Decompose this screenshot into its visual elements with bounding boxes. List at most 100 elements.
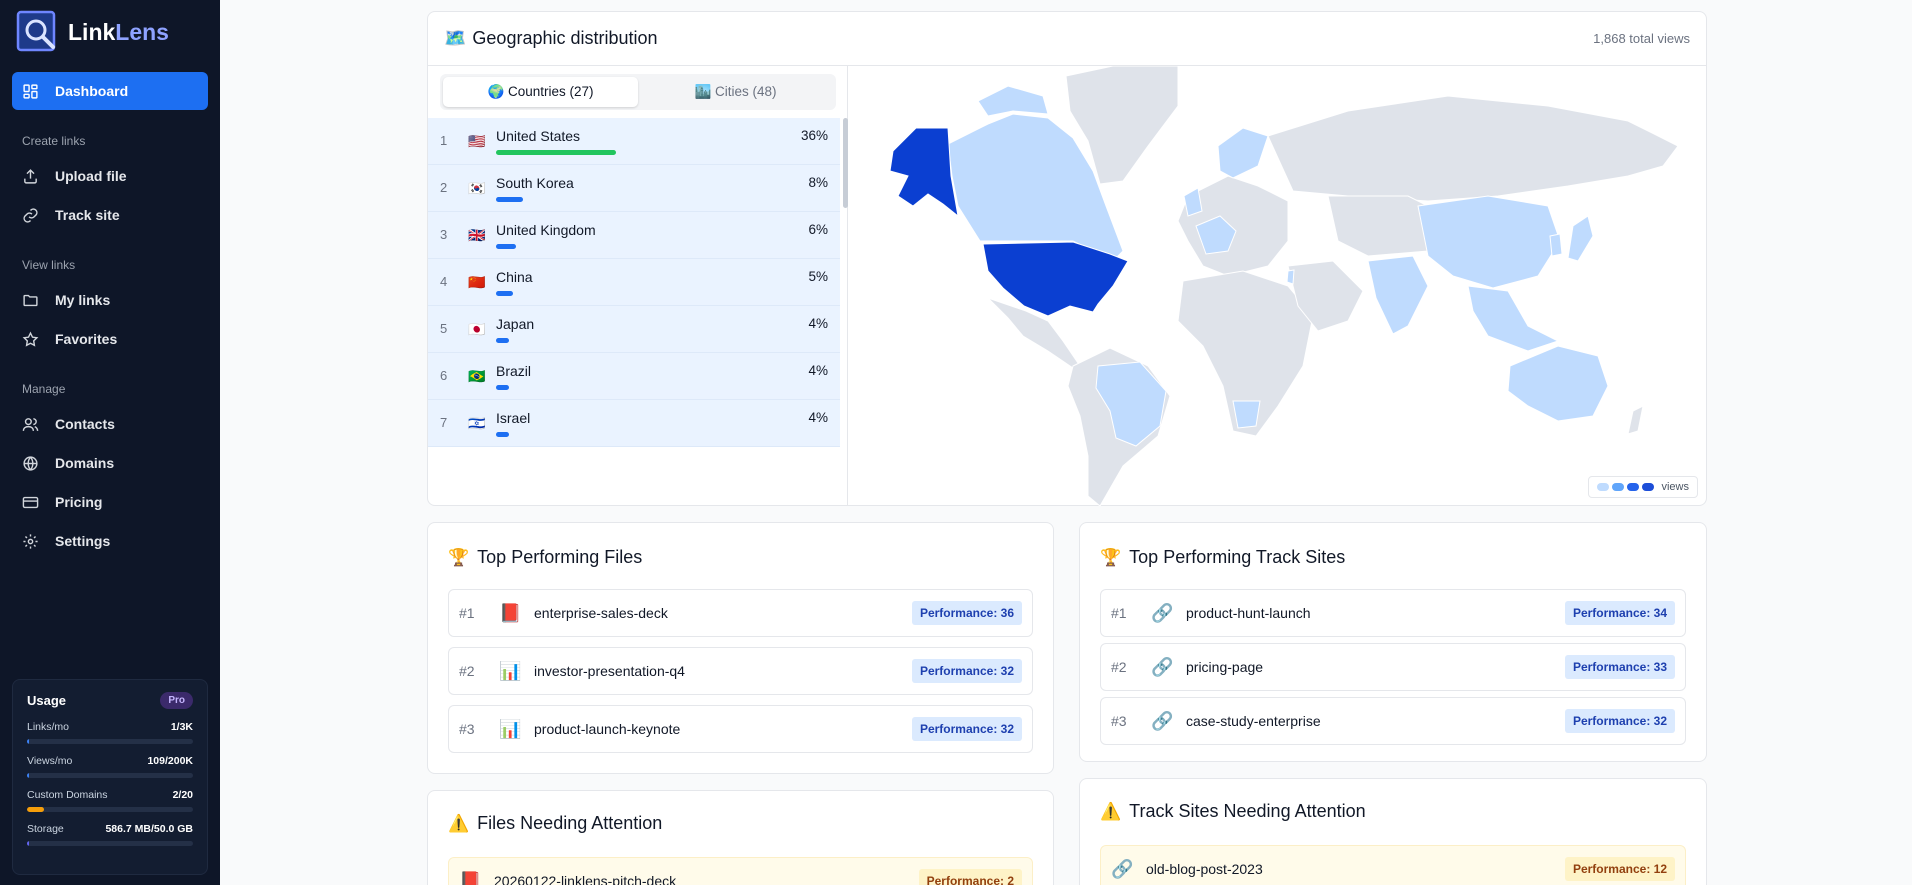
country-row[interactable]: 3 🇬🇧 United Kingdom 6%	[428, 212, 840, 259]
item-name: product-launch-keynote	[534, 721, 681, 737]
usage-bar-fill	[27, 773, 30, 778]
country-percent: 5%	[808, 269, 828, 284]
attn_files-item[interactable]: 📕 20260122-linklens-pitch-deck Performance…	[448, 857, 1033, 885]
attn_sites-item[interactable]: 🔗 old-blog-post-2023 Performance: 12	[1100, 845, 1686, 885]
top_sites-item[interactable]: #2 🔗 pricing-page Performance: 33	[1100, 643, 1686, 691]
flag-icon: 🇰🇷	[468, 180, 486, 196]
sidebar-item-label: Domains	[55, 455, 115, 471]
sidebar: LinkLens Dashboard Create links Upload f…	[0, 0, 220, 885]
flag-icon: 🇺🇸	[468, 133, 486, 149]
usage-row: Links/mo 1/3K	[27, 721, 193, 744]
warning-icon: ⚠️	[1100, 801, 1122, 821]
country-name: China	[496, 269, 533, 285]
top-files-card: 🏆 Top Performing Files #1 📕 enterprise-sale…	[427, 522, 1054, 774]
performance-badge: Performance: 32	[911, 659, 1022, 683]
app-name: LinkLens	[68, 19, 169, 46]
file-icon: 📊	[499, 660, 522, 681]
country-name: United States	[496, 128, 581, 144]
world-map-svg	[889, 65, 1679, 507]
usage-row: Views/mo 109/200K	[27, 755, 193, 778]
top_sites-item[interactable]: #1 🔗 product-hunt-launch Performance: 34	[1100, 589, 1686, 637]
sites-attention-card: ⚠️ Track Sites Needing Attention 🔗 old-blo…	[1079, 778, 1707, 885]
country-rank: 2	[440, 180, 448, 195]
country-percent: 8%	[808, 175, 828, 190]
country-share-bar	[496, 291, 513, 296]
folder-icon	[23, 294, 38, 306]
tab-countries[interactable]: 🌍 Countries (27)	[443, 77, 638, 107]
country-rank: 4	[440, 274, 448, 289]
sidebar-item-label: Settings	[55, 533, 111, 549]
country-percent: 6%	[808, 222, 828, 237]
sidebar-item-settings[interactable]: Settings	[12, 522, 208, 560]
map-region-russia	[1267, 95, 1679, 202]
usage-bar	[27, 739, 193, 744]
top_files-item[interactable]: #1 📕 enterprise-sales-deck Performance: 36	[448, 589, 1033, 637]
country-row[interactable]: 7 🇮🇱 Israel 4%	[428, 400, 840, 447]
country-share-bar	[496, 150, 616, 155]
link-icon	[23, 207, 38, 223]
map-region-canada-islands	[977, 85, 1049, 117]
sidebar-item-dashboard[interactable]: Dashboard	[12, 72, 208, 110]
map-region-australia	[1507, 345, 1609, 422]
country-row[interactable]: 2 🇰🇷 South Korea 8%	[428, 165, 840, 212]
legend-label: views	[1661, 481, 1689, 493]
country-row[interactable]: 4 🇨🇳 China 5%	[428, 259, 840, 306]
country-name: Israel	[496, 410, 531, 426]
world-map[interactable]: views	[848, 65, 1706, 507]
item-name: 20260122-linklens-pitch-deck	[494, 873, 677, 885]
legend-swatch-3	[1627, 483, 1640, 491]
gear-icon	[23, 533, 38, 549]
usage-bar-fill	[27, 841, 30, 846]
sidebar-item-label: Contacts	[55, 416, 115, 432]
sidebar-item-contacts[interactable]: Contacts	[12, 405, 208, 443]
country-name: Japan	[496, 316, 535, 332]
country-name: Brazil	[496, 363, 532, 379]
top-sites-title: 🏆 Top Performing Track Sites	[1100, 547, 1345, 568]
sidebar-item-domains[interactable]: Domains	[12, 444, 208, 482]
sidebar-item-track-site[interactable]: Track site	[12, 196, 208, 234]
plan-badge: Pro	[160, 692, 193, 709]
country-row[interactable]: 5 🇯🇵 Japan 4%	[428, 306, 840, 353]
top_sites-item[interactable]: #3 🔗 case-study-enterprise Performance: 32	[1100, 697, 1686, 745]
sidebar-item-label: Favorites	[55, 331, 118, 347]
usage-value: 2/20	[172, 789, 193, 801]
tab-cities[interactable]: 🏙️ Cities (48)	[638, 77, 833, 107]
sidebar-item-upload-file[interactable]: Upload file	[12, 157, 208, 195]
country-list[interactable]: 1 🇺🇸 United States 36% 2 🇰🇷 South Korea 8% 3 🇬🇧 Un…	[428, 118, 840, 459]
files-attention-title: ⚠️ Files Needing Attention	[448, 813, 662, 834]
country-row[interactable]: 1 🇺🇸 United States 36%	[428, 118, 840, 165]
performance-badge: Performance: 2	[918, 869, 1022, 885]
map-region-alaska	[889, 127, 959, 218]
country-row[interactable]: 6 🇧🇷 Brazil 4%	[428, 353, 840, 400]
top_files-item[interactable]: #2 📊 investor-presentation-q4 Performance: …	[448, 647, 1033, 695]
app-logo[interactable]: LinkLens	[16, 10, 169, 54]
item-name: investor-presentation-q4	[534, 663, 685, 679]
warning-icon: ⚠️	[448, 813, 470, 833]
usage-bar	[27, 807, 193, 812]
sidebar-item-favorites[interactable]: Favorites	[12, 320, 208, 358]
geo-tabs: 🌍 Countries (27) 🏙️ Cities (48)	[440, 74, 836, 110]
link-icon: 🔗	[1111, 858, 1134, 879]
link-icon: 🔗	[1151, 656, 1174, 677]
users-icon	[22, 417, 39, 431]
item-name: case-study-enterprise	[1186, 713, 1321, 729]
performance-badge: Performance: 34	[1564, 601, 1675, 625]
top_files-item[interactable]: #3 📊 product-launch-keynote Performance: 32	[448, 705, 1033, 753]
dashboard-icon	[23, 83, 38, 99]
usage-value: 586.7 MB/50.0 GB	[105, 823, 193, 835]
file-icon: 📊	[499, 718, 522, 739]
link-icon: 🔗	[1151, 602, 1174, 623]
map-icon: 🗺️	[444, 28, 467, 48]
rank-label: #2	[1111, 659, 1127, 675]
sidebar-item-pricing[interactable]: Pricing	[12, 483, 208, 521]
sidebar-item-label: Dashboard	[55, 83, 129, 99]
rank-label: #2	[459, 663, 475, 679]
rank-label: #1	[1111, 605, 1127, 621]
country-share-bar	[496, 244, 516, 249]
map-region-japan	[1567, 215, 1594, 262]
sidebar-item-label: Pricing	[55, 494, 103, 510]
map-region-south-africa	[1232, 400, 1261, 429]
country-rank: 7	[440, 415, 448, 430]
sidebar-item-my-links[interactable]: My links	[12, 281, 208, 319]
country-percent: 4%	[808, 363, 828, 378]
